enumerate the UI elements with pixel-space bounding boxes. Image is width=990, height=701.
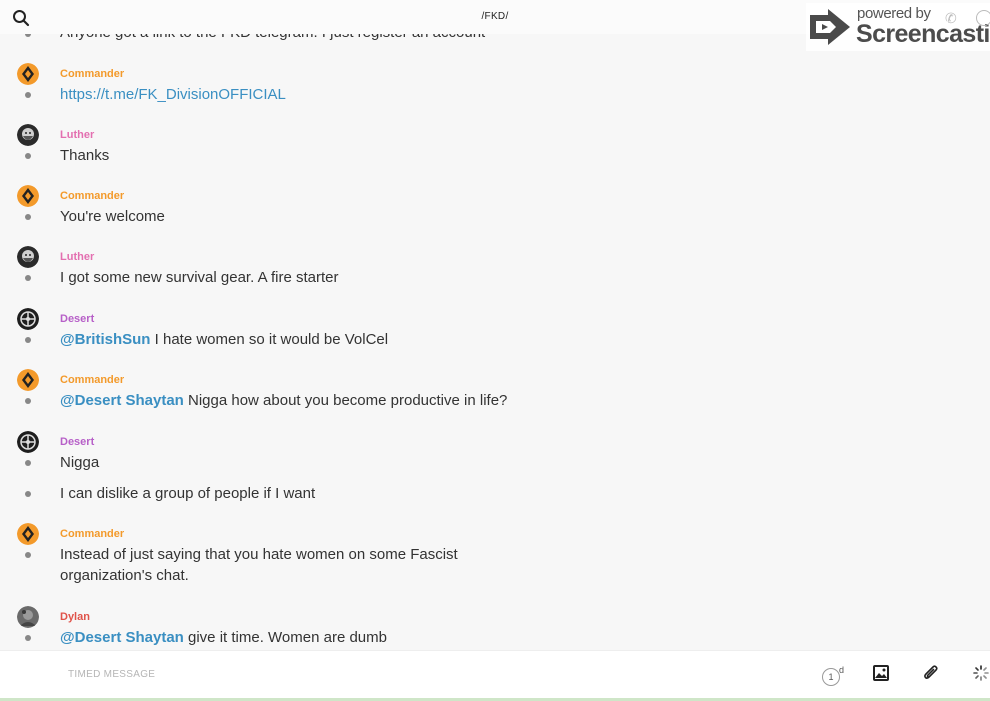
- message-status-dot: [25, 635, 31, 641]
- avatar-commander[interactable]: [17, 63, 39, 85]
- message-body: Nigga how about you become productive in…: [183, 392, 508, 409]
- message-author[interactable]: Commander: [60, 190, 124, 202]
- message-status-dot: [25, 275, 31, 281]
- message-text: https://t.me/FK_DivisionOFFICIAL: [60, 84, 540, 105]
- message-text: @Desert Shaytan give it time. Women are …: [60, 627, 540, 648]
- message-author[interactable]: Desert: [60, 313, 94, 325]
- message-text: Thanks: [60, 147, 110, 164]
- avatar-desert[interactable]: [17, 308, 39, 330]
- message-text: @BritishSun I hate women so it would be …: [60, 329, 540, 350]
- message-text: I can dislike a group of people if I wan…: [60, 485, 316, 502]
- phone-icon[interactable]: ✆: [945, 10, 957, 27]
- message-text: I got some new survival gear. A fire sta…: [60, 269, 339, 286]
- message-link[interactable]: https://t.me/FK_DivisionOFFICIAL: [60, 86, 286, 103]
- mention-link[interactable]: @Desert Shaytan: [60, 392, 184, 409]
- paperclip-icon[interactable]: [923, 664, 939, 682]
- message-author[interactable]: Luther: [60, 251, 94, 263]
- image-icon[interactable]: [873, 665, 889, 681]
- message-author[interactable]: Commander: [60, 374, 124, 386]
- message-status-dot: [25, 398, 31, 404]
- message-text: You're welcome: [60, 208, 165, 225]
- avatar-commander[interactable]: [17, 369, 39, 391]
- message-author[interactable]: Commander: [60, 528, 124, 540]
- message-text: Instead of just saying that you hate wom…: [60, 546, 458, 584]
- timed-message-input[interactable]: TIMED MESSAGE: [68, 669, 155, 680]
- loading-spinner-icon[interactable]: [972, 664, 990, 682]
- message-status-dot: [25, 337, 31, 343]
- message-body: I hate women so it would be VolCel: [150, 331, 389, 348]
- avatar-dylan[interactable]: [17, 606, 39, 628]
- mention-link[interactable]: @Desert Shaytan: [60, 629, 184, 646]
- timer-value: 1: [822, 668, 840, 686]
- message-status-dot: [25, 491, 31, 497]
- message-status-dot: [25, 552, 31, 558]
- message-body: give it time. Women are dumb: [183, 629, 387, 646]
- message-author[interactable]: Desert: [60, 436, 94, 448]
- mention-link[interactable]: @BritishSun: [60, 331, 150, 348]
- message-status-dot: [25, 460, 31, 466]
- message-status-dot: [25, 153, 31, 159]
- message-author[interactable]: Luther: [60, 129, 94, 141]
- message-author[interactable]: Dylan: [60, 611, 90, 623]
- avatar-luther[interactable]: [17, 124, 39, 146]
- message-text: Nigga: [60, 454, 100, 471]
- message-author[interactable]: Commander: [60, 68, 124, 80]
- avatar-desert[interactable]: [17, 431, 39, 453]
- message-feed: Anyone got a link to the FKD telegram. I…: [0, 0, 990, 650]
- message-composer: TIMED MESSAGE 1 d: [0, 650, 990, 701]
- timer-unit: d: [839, 665, 845, 675]
- watermark-brand: Screencastify: [856, 20, 990, 48]
- info-icon[interactable]: [976, 10, 990, 26]
- avatar-commander[interactable]: [17, 523, 39, 545]
- message-timer-button[interactable]: 1 d: [822, 665, 850, 687]
- screencastify-watermark: powered by Screencastify ✆: [806, 3, 990, 51]
- message-status-dot: [25, 214, 31, 220]
- message-text: @Desert Shaytan Nigga how about you beco…: [60, 390, 540, 411]
- avatar-luther[interactable]: [17, 246, 39, 268]
- avatar-commander[interactable]: [17, 185, 39, 207]
- message-status-dot: [25, 92, 31, 98]
- screencastify-logo-icon: [808, 7, 852, 47]
